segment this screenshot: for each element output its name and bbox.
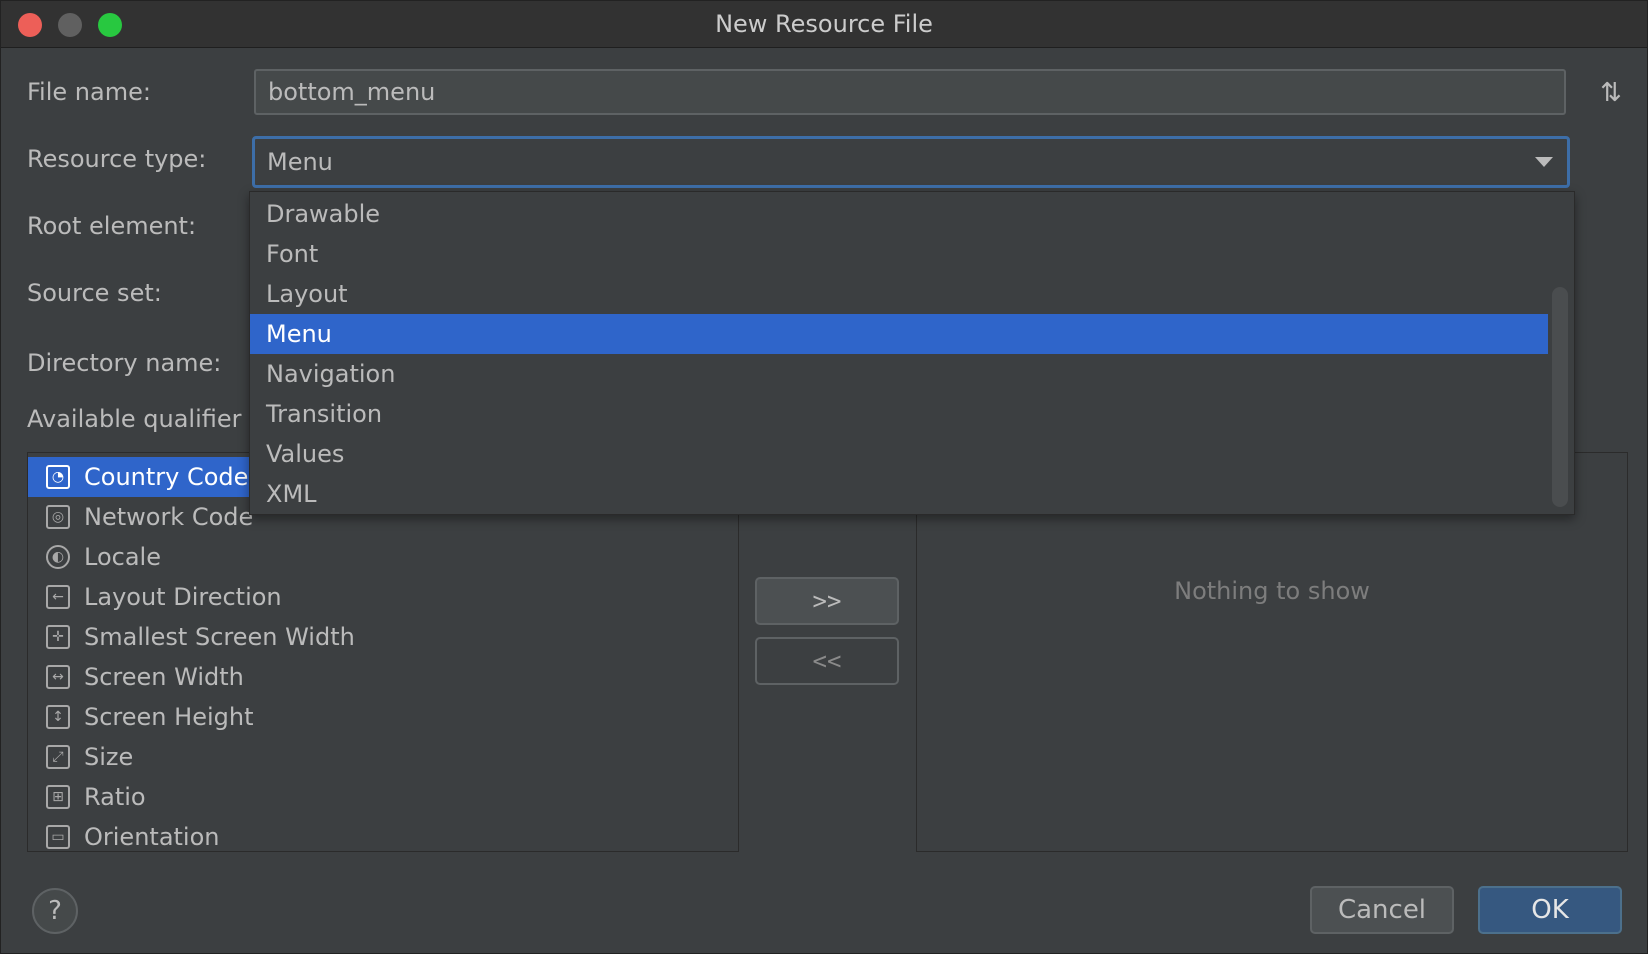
qualifier-label: Screen Width [84, 663, 244, 691]
cancel-button[interactable]: Cancel [1310, 886, 1454, 934]
qualifier-screen-width[interactable]: ↔ Screen Width [28, 657, 738, 697]
orientation-icon: ▭ [46, 825, 70, 849]
add-qualifier-button[interactable]: >> [755, 577, 899, 625]
remove-qualifier-button[interactable]: << [755, 637, 899, 685]
dropdown-option-drawable[interactable]: Drawable [250, 194, 1548, 234]
qualifier-label: Country Code [84, 463, 249, 491]
new-resource-file-dialog: New Resource File File name: ⇅ Resource … [0, 0, 1648, 954]
dropdown-option-values[interactable]: Values [250, 434, 1548, 474]
globe-icon: ◐ [46, 545, 70, 569]
qualifier-label: Orientation [84, 823, 220, 851]
dropdown-option-transition[interactable]: Transition [250, 394, 1548, 434]
qualifier-smallest-screen-width[interactable]: ✛ Smallest Screen Width [28, 617, 738, 657]
qualifier-label: Locale [84, 543, 161, 571]
source-set-label: Source set: [27, 279, 162, 307]
dropdown-option-font[interactable]: Font [250, 234, 1548, 274]
qualifier-label: Network Code [84, 503, 254, 531]
qualifier-ratio[interactable]: ⊞ Ratio [28, 777, 738, 817]
size-icon: ⤢ [46, 745, 70, 769]
dropdown-option-xml[interactable]: XML [250, 474, 1548, 514]
qualifier-label: Smallest Screen Width [84, 623, 355, 651]
qualifier-label: Layout Direction [84, 583, 282, 611]
dropdown-option-navigation[interactable]: Navigation [250, 354, 1548, 394]
smallest-width-icon: ✛ [46, 625, 70, 649]
sort-arrows-icon[interactable]: ⇅ [1595, 77, 1627, 109]
qualifier-size[interactable]: ⤢ Size [28, 737, 738, 777]
resource-type-label: Resource type: [27, 145, 207, 173]
ok-button[interactable]: OK [1478, 886, 1622, 934]
qualifier-label: Size [84, 743, 134, 771]
qualifier-label: Ratio [84, 783, 146, 811]
qualifier-orientation[interactable]: ▭ Orientation [28, 817, 738, 857]
resource-type-dropdown-list[interactable]: Drawable Font Layout Menu Navigation Tra… [249, 191, 1575, 515]
qualifier-screen-height[interactable]: ↕ Screen Height [28, 697, 738, 737]
dropdown-scrollbar[interactable] [1552, 287, 1568, 507]
qualifier-label: Screen Height [84, 703, 254, 731]
ratio-icon: ⊞ [46, 785, 70, 809]
empty-state-text: Nothing to show [1174, 577, 1370, 605]
screen-width-icon: ↔ [46, 665, 70, 689]
chevron-down-icon [1535, 157, 1553, 167]
available-qualifiers-label: Available qualifier [27, 405, 242, 433]
root-element-label: Root element: [27, 212, 197, 240]
qualifier-locale[interactable]: ◐ Locale [28, 537, 738, 577]
title-bar: New Resource File [1, 1, 1647, 48]
qualifier-layout-direction[interactable]: ← Layout Direction [28, 577, 738, 617]
file-name-label: File name: [27, 78, 151, 106]
country-code-icon: ◔ [46, 465, 70, 489]
resource-type-value: Menu [267, 148, 333, 176]
directory-name-label: Directory name: [27, 349, 222, 377]
file-name-input[interactable] [254, 69, 1566, 115]
resource-type-select[interactable]: Menu [252, 136, 1570, 188]
screen-height-icon: ↕ [46, 705, 70, 729]
dropdown-option-layout[interactable]: Layout [250, 274, 1548, 314]
dropdown-option-menu[interactable]: Menu [250, 314, 1548, 354]
help-button[interactable]: ? [32, 888, 78, 934]
network-code-icon: ◎ [46, 505, 70, 529]
layout-direction-icon: ← [46, 585, 70, 609]
window-title: New Resource File [715, 10, 933, 38]
